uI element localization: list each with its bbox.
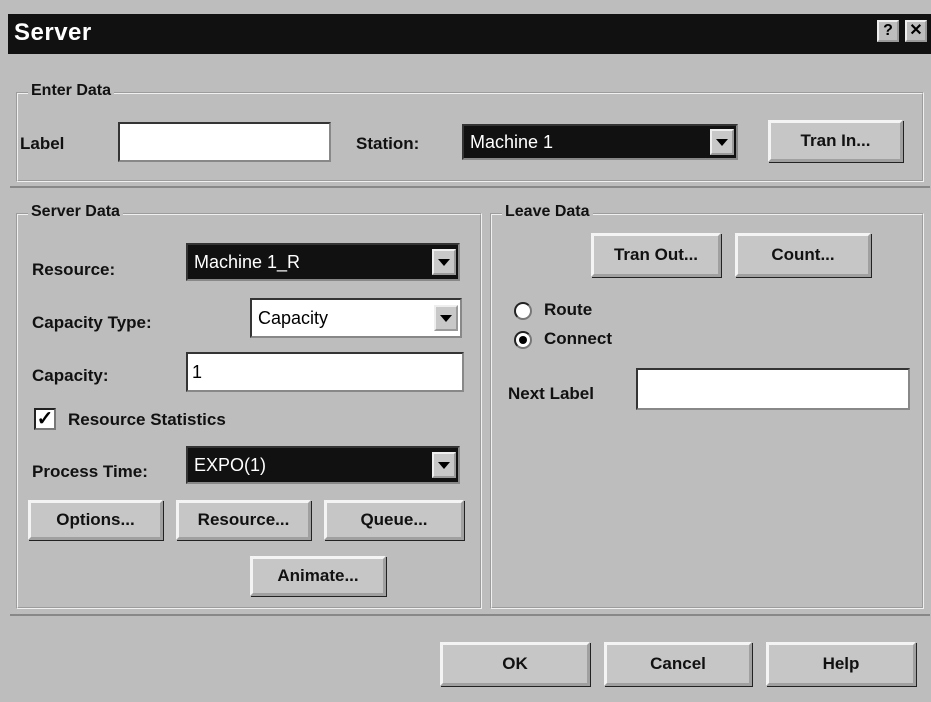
tran-out-button[interactable]: Tran Out... — [591, 233, 721, 277]
capacity-type-select[interactable]: Capacity — [250, 298, 462, 338]
server-data-group-label: Server Data — [28, 203, 123, 221]
ok-button[interactable]: OK — [440, 642, 590, 686]
next-label-input[interactable] — [636, 368, 910, 410]
help-icon[interactable]: ? — [877, 20, 899, 42]
help-button[interactable]: Help — [766, 642, 916, 686]
resource-button[interactable]: Resource... — [176, 500, 311, 540]
capacity-type-label: Capacity Type: — [32, 313, 152, 332]
resource-select[interactable]: Machine 1_R — [186, 243, 460, 281]
label-input[interactable] — [118, 122, 331, 162]
station-label: Station: — [356, 134, 420, 153]
chevron-down-icon[interactable] — [432, 249, 456, 275]
animate-button[interactable]: Animate... — [250, 556, 386, 596]
station-select[interactable]: Machine 1 — [462, 124, 738, 160]
divider — [10, 186, 930, 188]
next-label-label: Next Label — [508, 384, 594, 403]
resource-statistics-label[interactable]: Resource Statistics — [68, 410, 226, 430]
station-value: Machine 1 — [470, 132, 554, 152]
resource-value: Machine 1_R — [194, 252, 301, 272]
enter-data-group-label: Enter Data — [28, 82, 115, 100]
chevron-down-icon[interactable] — [710, 129, 734, 155]
server-dialog: Server ? ✕ Enter Data Label Station: Mac… — [0, 0, 931, 702]
capacity-label: Capacity: — [32, 366, 109, 385]
capacity-type-value: Capacity — [258, 308, 329, 328]
divider — [10, 614, 930, 616]
window-title: Server — [14, 19, 92, 46]
options-button[interactable]: Options... — [28, 500, 163, 540]
title-bar[interactable]: Server ? ✕ — [8, 14, 931, 54]
chevron-down-icon[interactable] — [432, 452, 456, 478]
process-time-label: Process Time: — [32, 462, 148, 481]
resource-label: Resource: — [32, 260, 116, 279]
leave-data-group-label: Leave Data — [502, 203, 593, 221]
route-label[interactable]: Route — [544, 300, 592, 320]
process-time-value: EXPO(1) — [194, 455, 267, 475]
tran-in-button[interactable]: Tran In... — [768, 120, 903, 162]
cancel-button[interactable]: Cancel — [604, 642, 752, 686]
resource-statistics-checkbox[interactable]: ✓ — [34, 408, 56, 430]
route-radio[interactable] — [514, 302, 532, 320]
connect-radio[interactable] — [514, 331, 532, 349]
capacity-input[interactable]: 1 — [186, 352, 464, 392]
count-button[interactable]: Count... — [735, 233, 871, 277]
connect-label[interactable]: Connect — [544, 329, 612, 349]
close-icon[interactable]: ✕ — [905, 20, 927, 42]
label-label: Label — [20, 134, 65, 153]
chevron-down-icon[interactable] — [434, 305, 458, 331]
process-time-select[interactable]: EXPO(1) — [186, 446, 460, 484]
queue-button[interactable]: Queue... — [324, 500, 464, 540]
